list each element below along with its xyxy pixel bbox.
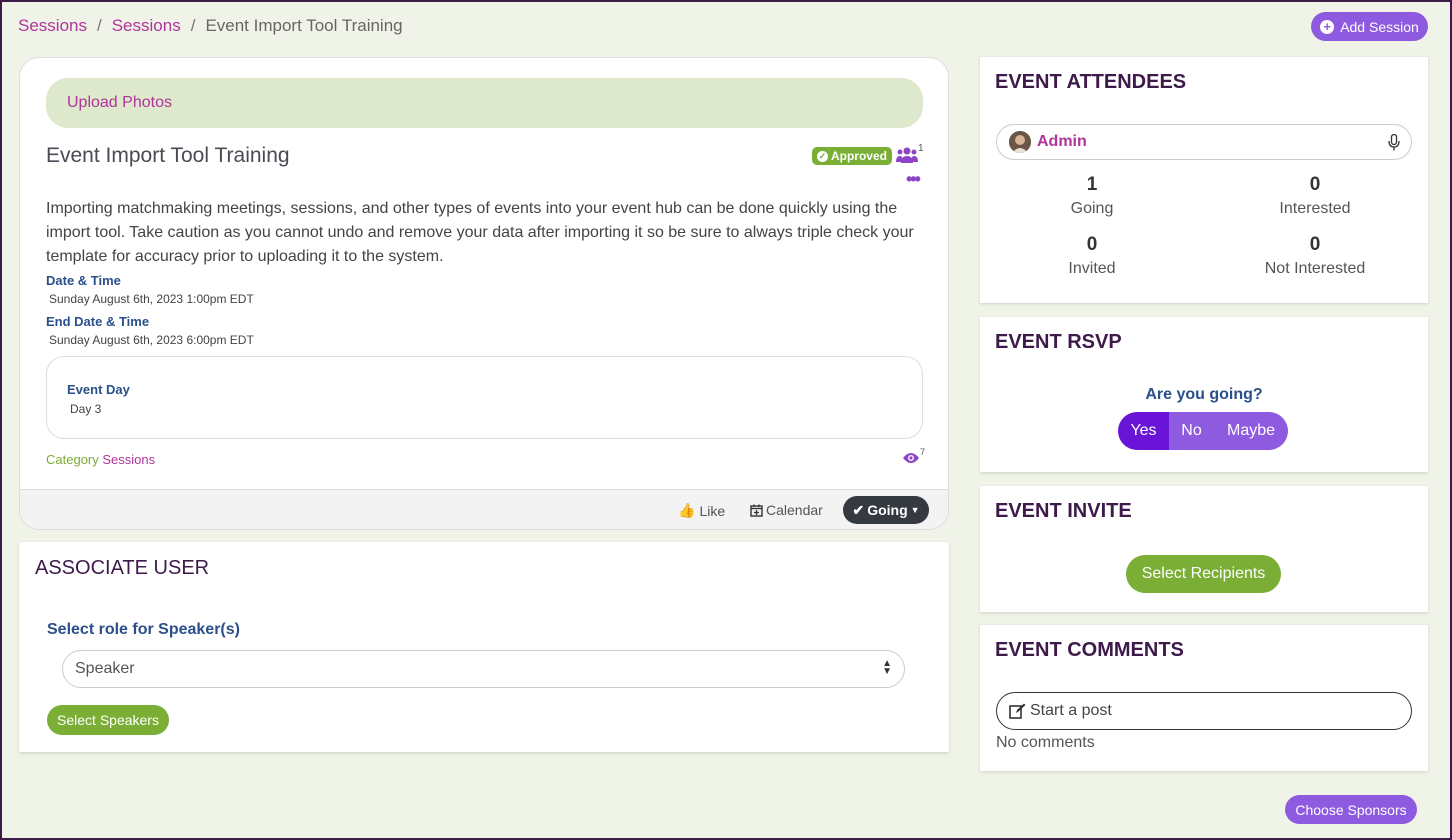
associate-user-panel: ASSOCIATE USER Select role for Speaker(s… bbox=[19, 542, 949, 752]
select-speakers-button[interactable]: Select Speakers bbox=[47, 705, 169, 735]
more-options-icon[interactable]: ••• bbox=[906, 170, 921, 188]
going-caption: Going bbox=[1070, 200, 1114, 217]
going-count: 1 bbox=[1086, 174, 1098, 195]
rsvp-title: EVENT RSVP bbox=[995, 331, 1122, 353]
start-post-input[interactable]: Start a post bbox=[996, 692, 1412, 730]
category-label: Category bbox=[46, 452, 99, 467]
event-day-value: Day 3 bbox=[70, 402, 102, 416]
invite-title: EVENT INVITE bbox=[995, 500, 1132, 522]
avatar bbox=[1009, 131, 1031, 153]
stat-interested: 0 Interested bbox=[1215, 174, 1415, 218]
breadcrumb-separator: / bbox=[190, 16, 196, 35]
view-count: 7 bbox=[920, 447, 926, 457]
rsvp-no-button[interactable]: No bbox=[1169, 412, 1214, 450]
caret-down-icon: ▼ bbox=[910, 505, 920, 515]
add-session-label: Add Session bbox=[1340, 18, 1419, 35]
event-card: Upload Photos Event Import Tool Training… bbox=[19, 57, 949, 530]
status-badge: ✓ Approved bbox=[812, 147, 892, 165]
category: Category Sessions bbox=[46, 452, 155, 467]
not-interested-caption: Not Interested bbox=[1264, 260, 1366, 277]
breadcrumb-current: Event Import Tool Training bbox=[205, 16, 403, 35]
event-title: Event Import Tool Training bbox=[46, 144, 290, 167]
add-session-button[interactable]: + Add Session bbox=[1311, 12, 1428, 41]
role-select[interactable]: Speaker ▲ ▼ bbox=[62, 650, 905, 688]
date-label: Date & Time bbox=[46, 273, 121, 288]
check-icon: ✔ bbox=[852, 501, 865, 518]
stat-invited: 0 Invited bbox=[992, 234, 1192, 278]
breadcrumb-separator: / bbox=[96, 16, 102, 35]
going-dropdown[interactable]: ✔ Going ▼ bbox=[843, 496, 929, 524]
choose-sponsors-button[interactable]: Choose Sponsors bbox=[1285, 795, 1417, 824]
check-circle-icon: ✓ bbox=[816, 150, 828, 162]
microphone-icon[interactable] bbox=[1388, 134, 1400, 151]
upload-photos-button[interactable]: Upload Photos bbox=[46, 78, 923, 128]
attendee-search[interactable]: Admin bbox=[996, 124, 1412, 160]
breadcrumb-sessions-link[interactable]: Sessions bbox=[18, 16, 87, 36]
role-label: Select role for Speaker(s) bbox=[47, 621, 240, 638]
stat-going: 1 Going bbox=[992, 174, 1192, 218]
users-icon[interactable] bbox=[896, 146, 918, 164]
plus-circle-icon: + bbox=[1320, 19, 1335, 34]
rsvp-maybe-button[interactable]: Maybe bbox=[1214, 412, 1288, 450]
stat-not-interested: 0 Not Interested bbox=[1215, 234, 1415, 278]
comments-title: EVENT COMMENTS bbox=[995, 639, 1184, 661]
event-day-box: Event Day Day 3 bbox=[46, 356, 923, 439]
date-value: Sunday August 6th, 2023 1:00pm EDT bbox=[49, 292, 254, 306]
event-description: Importing matchmaking meetings, sessions… bbox=[46, 200, 914, 265]
no-comments-text: No comments bbox=[996, 734, 1095, 751]
end-date-value: Sunday August 6th, 2023 6:00pm EDT bbox=[49, 333, 254, 347]
going-label: Going bbox=[867, 502, 908, 518]
event-card-footer: 👍 Like Calendar ✔ Going ▼ bbox=[20, 489, 948, 529]
eye-icon bbox=[903, 453, 919, 463]
event-comments-panel: EVENT COMMENTS Start a post No comments bbox=[980, 625, 1428, 771]
category-link[interactable]: Sessions bbox=[102, 452, 155, 467]
rsvp-yes-button[interactable]: Yes bbox=[1118, 412, 1169, 450]
select-recipients-button[interactable]: Select Recipients bbox=[1126, 555, 1281, 593]
associate-user-title: ASSOCIATE USER bbox=[35, 557, 210, 579]
attendee-count: 1 bbox=[918, 143, 924, 154]
status-label: Approved bbox=[830, 149, 887, 163]
select-arrows-icon: ▲ ▼ bbox=[882, 658, 892, 677]
interested-caption: Interested bbox=[1279, 200, 1351, 217]
like-label: Like bbox=[699, 502, 726, 519]
breadcrumb: Sessions / Sessions / Event Import Tool … bbox=[18, 16, 403, 36]
role-selected: Speaker bbox=[75, 660, 135, 677]
event-attendees-panel: EVENT ATTENDEES Admin 1 Going 0 Interest… bbox=[980, 57, 1428, 303]
calendar-plus-icon bbox=[750, 504, 763, 517]
attendees-title: EVENT ATTENDEES bbox=[995, 71, 1187, 93]
calendar-button[interactable]: Calendar bbox=[750, 502, 823, 518]
invited-count: 0 bbox=[1086, 234, 1098, 255]
event-invite-panel: EVENT INVITE Select Recipients bbox=[980, 486, 1428, 612]
event-rsvp-panel: EVENT RSVP Are you going? Yes No Maybe bbox=[980, 317, 1428, 472]
admin-name[interactable]: Admin bbox=[1037, 133, 1087, 151]
rsvp-question: Are you going? bbox=[1145, 386, 1263, 403]
start-post-placeholder: Start a post bbox=[1030, 702, 1112, 719]
breadcrumb-sessions-link-2[interactable]: Sessions bbox=[112, 16, 181, 36]
edit-icon bbox=[1009, 703, 1026, 719]
event-day-label: Event Day bbox=[67, 382, 130, 397]
rsvp-button-group: Yes No Maybe bbox=[1118, 412, 1288, 450]
invited-caption: Invited bbox=[1068, 260, 1116, 277]
thumbs-up-icon: 👍 bbox=[678, 502, 696, 518]
like-button[interactable]: 👍 Like bbox=[678, 502, 725, 519]
interested-count: 0 bbox=[1309, 174, 1321, 195]
not-interested-count: 0 bbox=[1309, 234, 1321, 255]
end-date-label: End Date & Time bbox=[46, 314, 150, 329]
calendar-label: Calendar bbox=[766, 502, 823, 518]
